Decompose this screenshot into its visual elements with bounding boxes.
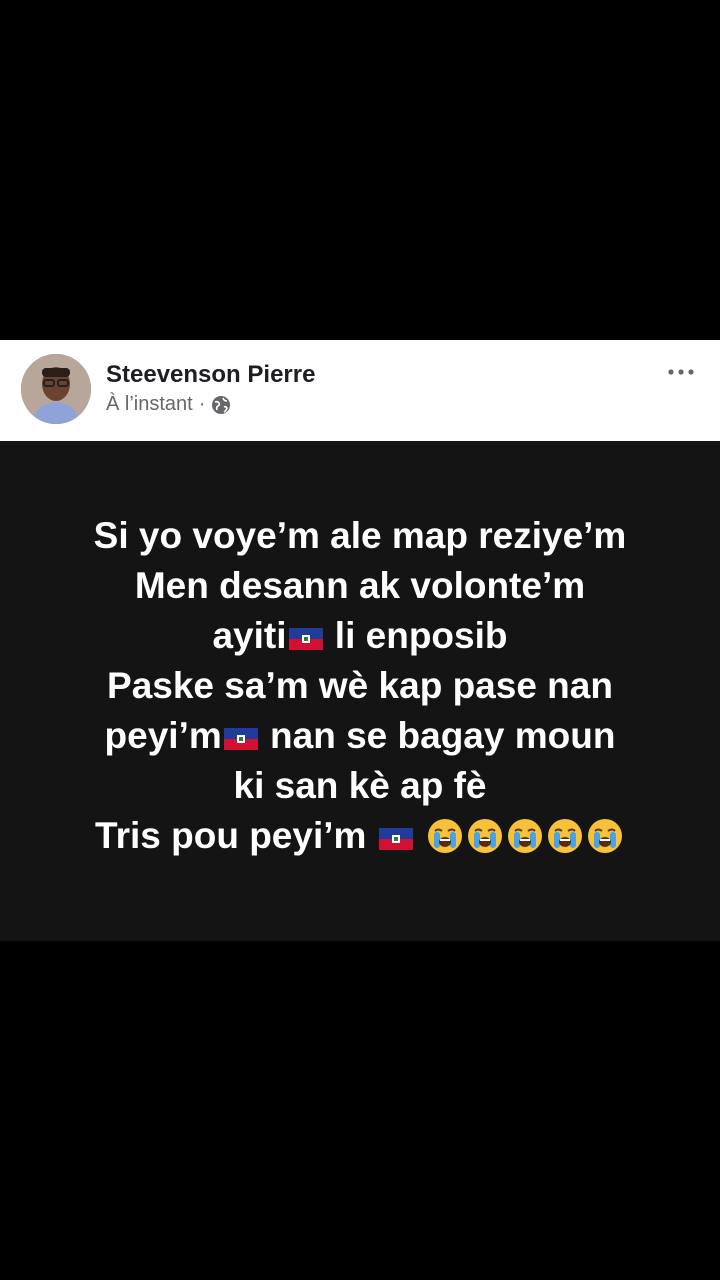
author-name[interactable]: Steevenson Pierre <box>106 361 315 389</box>
post-line-7: Tris pou peyi’m <box>20 811 700 861</box>
haiti-flag-icon <box>289 628 323 650</box>
post-text: Si yo voye’m ale map reziye’m Men desann… <box>20 511 700 861</box>
haiti-flag-icon <box>224 728 258 750</box>
post-line-4: Paske sa’m wè kap pase nan <box>107 665 613 706</box>
post-line-5-start: peyi’m <box>104 715 222 756</box>
haiti-flag-icon <box>379 828 413 850</box>
post-line-3-start: ayiti <box>212 615 287 656</box>
loudly-crying-face-icon <box>547 818 583 854</box>
post-line-3: ayiti li enposib <box>20 611 700 661</box>
post-line-2: Men desann ak volonte’m <box>134 565 586 606</box>
post-line-6: ki san kè ap fè <box>233 765 487 806</box>
more-options-icon[interactable] <box>666 360 696 384</box>
globe-icon[interactable] <box>211 395 231 415</box>
screen: Steevenson Pierre À l’instant · Si yo vo… <box>0 0 720 1280</box>
post-line-5: peyi’m nan se bagay moun <box>20 711 700 761</box>
post-line-3-end: li enposib <box>324 615 508 656</box>
loudly-crying-face-icon <box>427 818 463 854</box>
author-avatar[interactable] <box>21 354 91 424</box>
post-line-7-text: Tris pou peyi’m <box>95 815 377 856</box>
post-line-5-end: nan se bagay moun <box>259 715 616 756</box>
avatar-photo <box>21 354 91 424</box>
post-line-1: Si yo voye’m ale map reziye’m <box>93 515 627 556</box>
post-timestamp[interactable]: À l’instant <box>106 393 193 416</box>
loudly-crying-face-icon <box>467 818 503 854</box>
loudly-crying-face-icon <box>587 818 623 854</box>
meta-separator: · <box>198 393 206 415</box>
post-header: Steevenson Pierre À l’instant · <box>0 340 720 441</box>
post-body: Si yo voye’m ale map reziye’m Men desann… <box>0 441 720 941</box>
loudly-crying-face-icon <box>507 818 543 854</box>
post-meta: À l’instant · <box>106 393 231 416</box>
